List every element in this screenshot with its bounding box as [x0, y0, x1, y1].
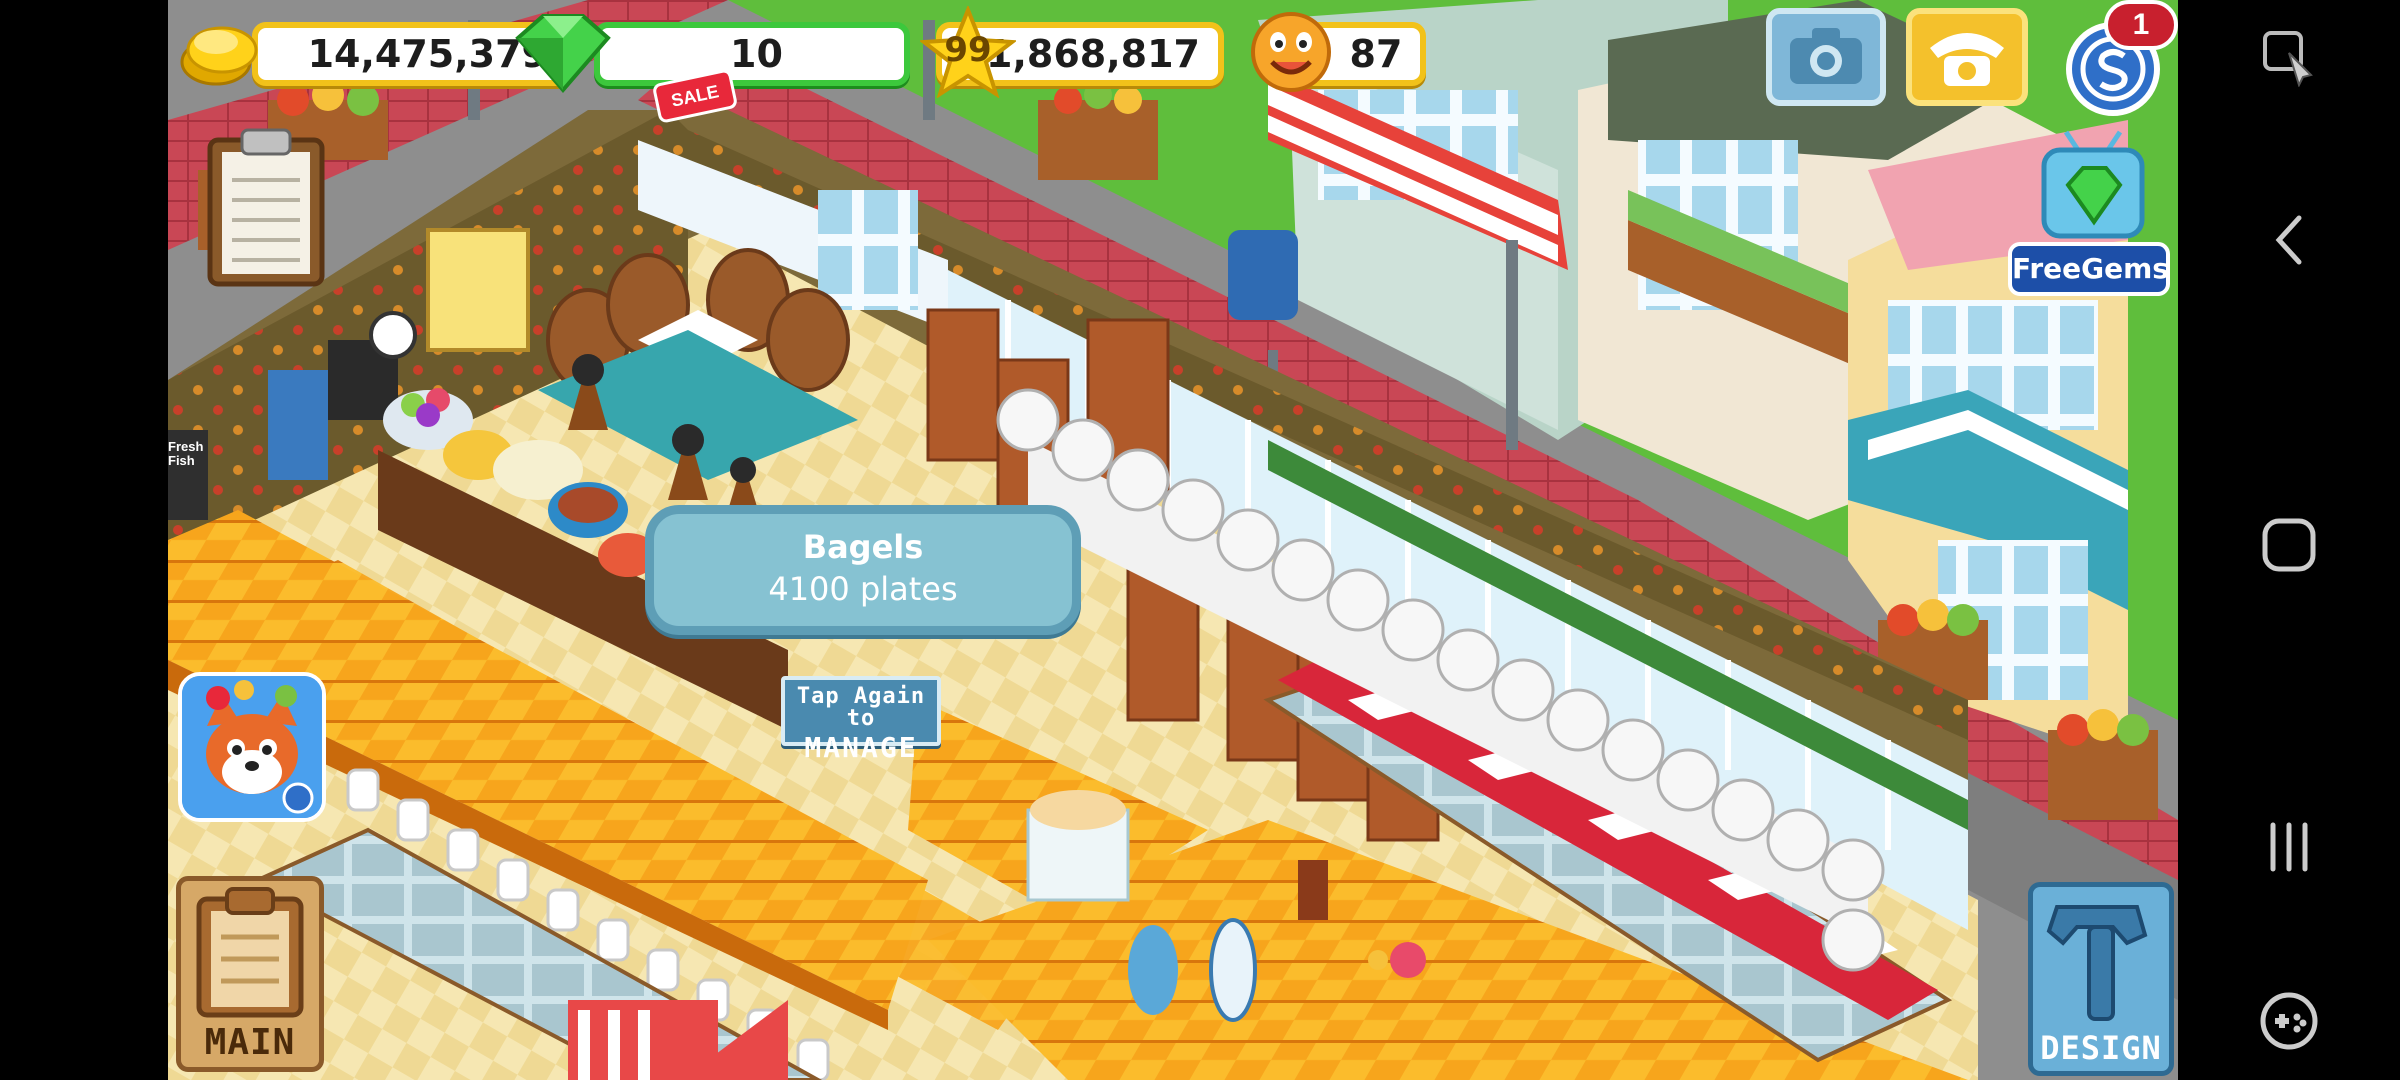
- telephone-icon: [1930, 33, 2004, 86]
- camera-icon: [1790, 28, 1862, 84]
- design-label: DESIGN: [2040, 1029, 2162, 1067]
- restaurant-scene[interactable]: [168, 0, 2178, 1080]
- recents-icon: [2270, 822, 2308, 872]
- gems-counter[interactable]: 10: [594, 22, 910, 86]
- poster-line: Fish: [168, 453, 195, 469]
- back-button[interactable]: [2178, 205, 2400, 275]
- game-launcher-icon: [2260, 992, 2318, 1050]
- home-icon: [2262, 518, 2316, 572]
- fresh-fish-poster: Fresh Fish: [168, 439, 208, 469]
- missions-clipboard-button[interactable]: [204, 126, 328, 288]
- green-gem-icon: [515, 14, 611, 94]
- hammer-icon: [2046, 905, 2148, 1021]
- notification-count: 1: [2132, 8, 2150, 41]
- poster-line: Fresh: [168, 439, 204, 454]
- recents-button[interactable]: [2178, 812, 2400, 882]
- ad-game-button[interactable]: [178, 672, 326, 822]
- level-value: 99: [944, 30, 992, 70]
- experience-value: 1,868,817: [986, 32, 1200, 76]
- happiness-value: 87: [1349, 32, 1403, 76]
- clipboard-icon: [207, 128, 325, 287]
- tv-gem-icon: [2041, 130, 2145, 239]
- main-label: MAIN: [204, 1022, 296, 1063]
- home-button[interactable]: [2178, 510, 2400, 580]
- free-gems-button[interactable]: FreeGems: [2008, 130, 2176, 298]
- item-name: Bagels: [802, 528, 924, 566]
- coin-stack-icon: [180, 26, 258, 86]
- main-menu-button[interactable]: MAIN: [176, 876, 324, 1072]
- clipboard-icon: [196, 887, 304, 1018]
- smiley-face-icon: [1251, 12, 1331, 92]
- free-gems-text: FreeGems: [2012, 252, 2169, 285]
- item-info-popup[interactable]: Bagels 4100 plates: [645, 505, 1081, 635]
- sale-label: SALE: [669, 81, 721, 111]
- manage-button[interactable]: Tap Again to MANAGE: [781, 676, 941, 762]
- notification-badge: 1: [2104, 0, 2178, 50]
- back-icon: [2275, 215, 2302, 265]
- game-assistant-button[interactable]: [2178, 22, 2400, 92]
- phone-button[interactable]: [1906, 8, 2028, 106]
- manage-line2: MANAGE: [804, 731, 918, 764]
- game-launcher-button[interactable]: [2178, 986, 2400, 1056]
- game-viewport[interactable]: Fresh Fish 14,475,379 10 SALE 1,868,817 …: [168, 0, 2178, 1080]
- fox-game-icon: [182, 676, 322, 818]
- design-button[interactable]: DESIGN: [2028, 882, 2174, 1076]
- manage-line1: Tap Again to: [796, 684, 926, 731]
- camera-button[interactable]: [1766, 8, 1886, 106]
- game-assistant-icon: [2263, 31, 2313, 87]
- free-gems-label: FreeGems: [2008, 242, 2170, 296]
- gems-value: 10: [730, 32, 783, 76]
- item-detail: 4100 plates: [768, 570, 958, 608]
- android-nav-bar: [2178, 0, 2400, 1080]
